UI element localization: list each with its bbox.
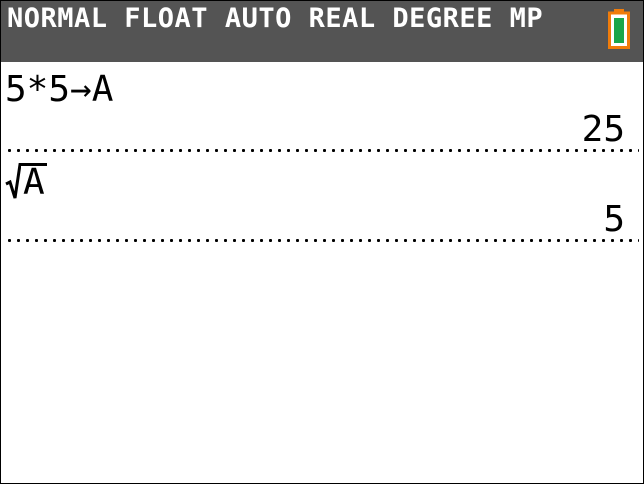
history-entry[interactable]: A 5: [1, 152, 643, 242]
status-bar: NORMAL FLOAT AUTO REAL DEGREE MP: [1, 1, 643, 62]
entry-expression: 5*5→A: [5, 69, 114, 110]
entry-result: 5: [603, 199, 625, 240]
calculator-screen: NORMAL FLOAT AUTO REAL DEGREE MP 5*5→A 2…: [0, 0, 644, 484]
home-screen-history: 5*5→A 25 A 5: [1, 62, 643, 242]
sqrt-icon: [5, 163, 21, 199]
radicand: A: [21, 162, 47, 203]
history-entry[interactable]: 5*5→A 25: [1, 62, 643, 152]
entry-result: 25: [581, 109, 625, 150]
dotted-divider: [5, 239, 639, 242]
battery-icon: [608, 9, 630, 49]
sqrt-expression: A: [5, 160, 47, 203]
mode-status-text: NORMAL FLOAT AUTO REAL DEGREE MP: [7, 3, 544, 34]
entry-expression: A: [5, 160, 47, 209]
